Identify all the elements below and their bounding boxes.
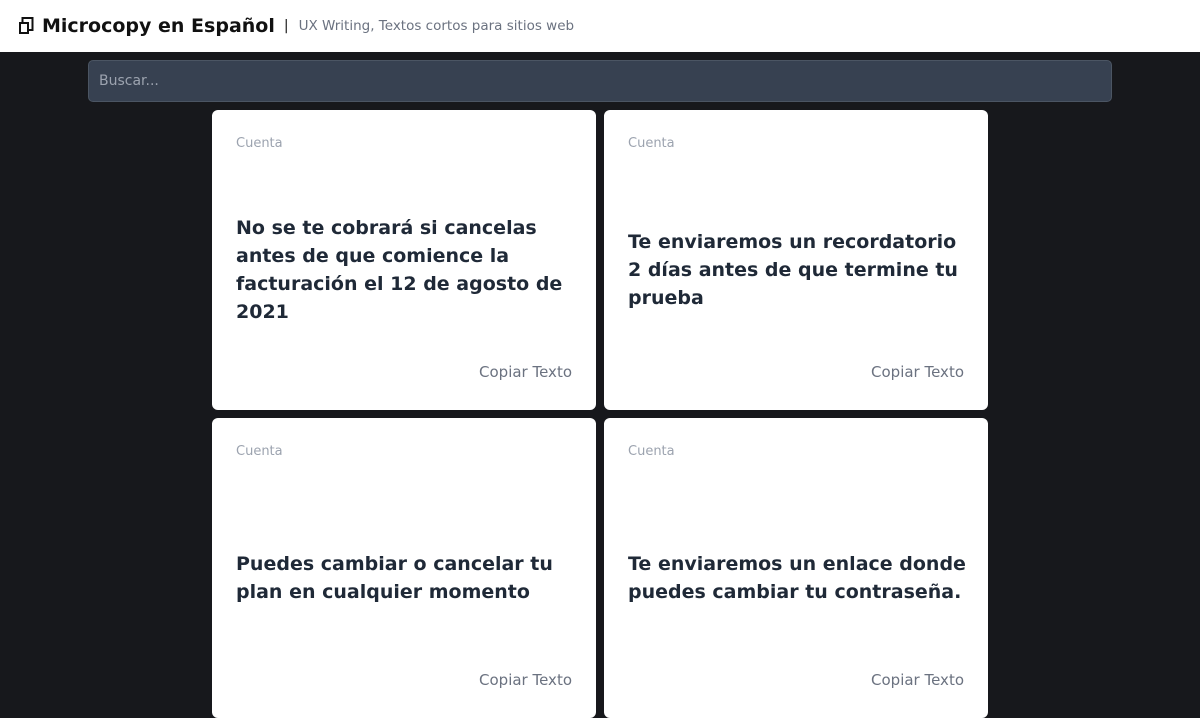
card-category: Cuenta bbox=[236, 136, 283, 151]
microcopy-grid: Cuenta No se te cobrará si cancelas ante… bbox=[212, 110, 988, 718]
title-divider: | bbox=[283, 18, 289, 34]
card-text: Te enviaremos un recordatorio 2 días ant… bbox=[628, 231, 958, 309]
card-body: Puedes cambiar o cancelar tu plan en cua… bbox=[236, 478, 576, 678]
card-category: Cuenta bbox=[236, 444, 283, 459]
card-body: No se te cobrará si cancelas antes de qu… bbox=[236, 170, 576, 370]
copy-icon[interactable] bbox=[18, 17, 34, 35]
card-body: Te enviaremos un enlace donde puedes cam… bbox=[628, 478, 968, 678]
copy-text-button[interactable]: Copiar Texto bbox=[479, 363, 572, 381]
card-category: Cuenta bbox=[628, 136, 675, 151]
card-text: Te enviaremos un enlace donde puedes cam… bbox=[628, 553, 966, 603]
site-header: Microcopy en Español | UX Writing, Texto… bbox=[0, 0, 1200, 52]
card-category: Cuenta bbox=[628, 444, 675, 459]
card-body: Te enviaremos un recordatorio 2 días ant… bbox=[628, 170, 968, 370]
site-tagline: UX Writing, Textos cortos para sitios we… bbox=[298, 18, 575, 34]
microcopy-card[interactable]: Cuenta No se te cobrará si cancelas ante… bbox=[212, 110, 596, 410]
search-input[interactable] bbox=[88, 60, 1112, 102]
microcopy-card[interactable]: Cuenta Te enviaremos un recordatorio 2 d… bbox=[604, 110, 988, 410]
search-bar bbox=[88, 60, 1112, 102]
copy-text-button[interactable]: Copiar Texto bbox=[871, 363, 964, 381]
site-title[interactable]: Microcopy en Español bbox=[42, 15, 275, 37]
card-text: No se te cobrará si cancelas antes de qu… bbox=[236, 217, 563, 323]
copy-text-button[interactable]: Copiar Texto bbox=[871, 671, 964, 689]
card-text: Puedes cambiar o cancelar tu plan en cua… bbox=[236, 553, 553, 603]
microcopy-card[interactable]: Cuenta Te enviaremos un enlace donde pue… bbox=[604, 418, 988, 718]
microcopy-card[interactable]: Cuenta Puedes cambiar o cancelar tu plan… bbox=[212, 418, 596, 718]
copy-text-button[interactable]: Copiar Texto bbox=[479, 671, 572, 689]
